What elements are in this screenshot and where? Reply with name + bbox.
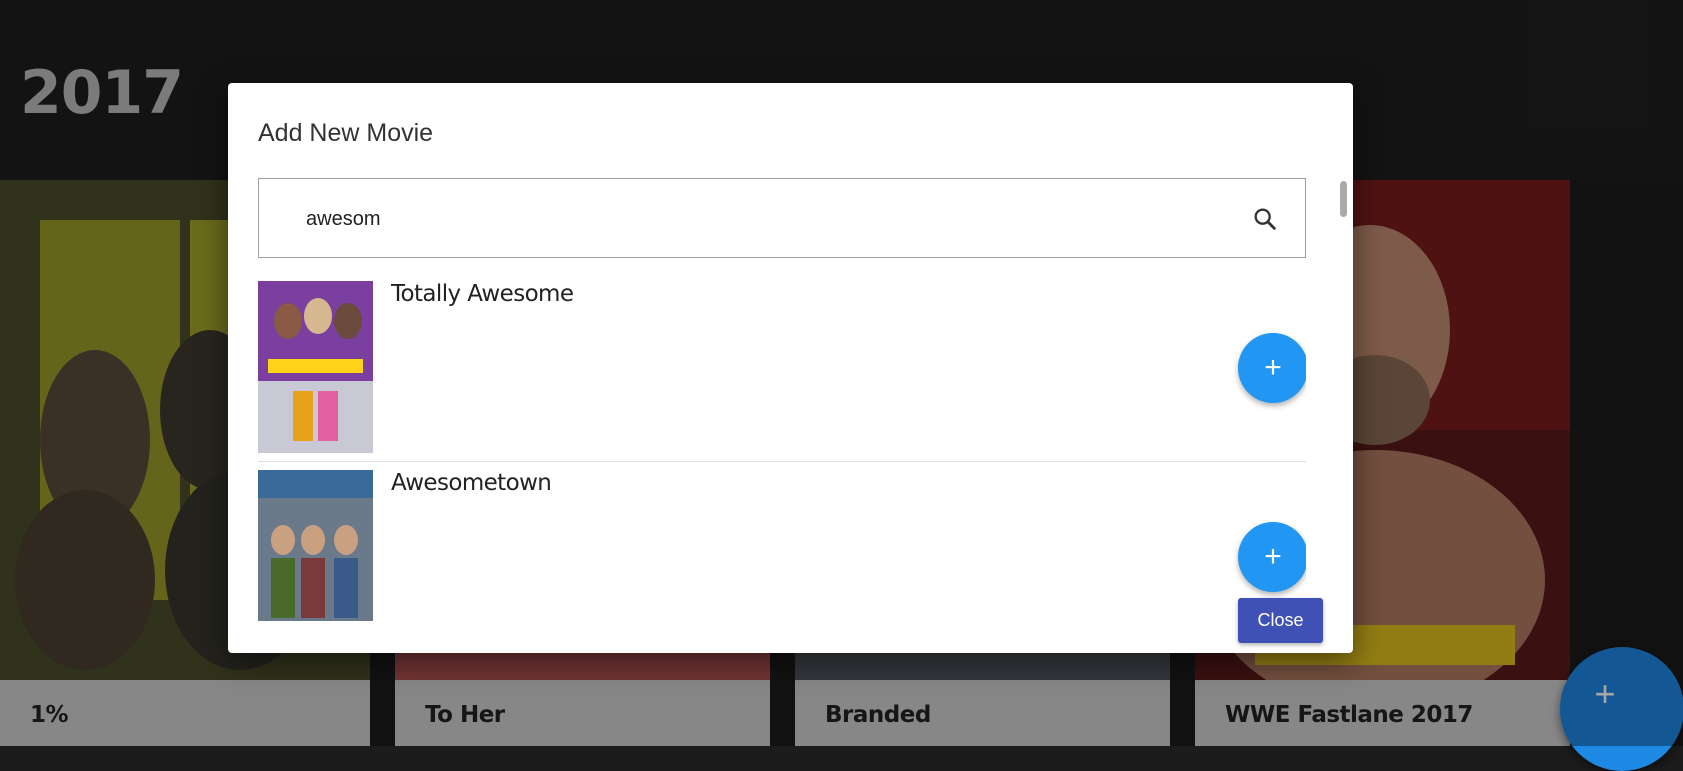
dialog-title: Add New Movie	[258, 119, 434, 147]
search-icon[interactable]	[1251, 205, 1279, 233]
search-box	[258, 178, 1306, 258]
close-button[interactable]: Close	[1238, 598, 1323, 643]
result-thumbnail	[258, 281, 373, 453]
result-title: Awesometown	[391, 470, 552, 496]
add-movie-dialog: Add New Movie Totally Awesome +	[228, 83, 1353, 653]
result-thumbnail	[258, 470, 373, 621]
result-item: Awesometown +	[258, 470, 1306, 621]
add-result-button[interactable]: +	[1238, 522, 1306, 592]
scrollbar-thumb[interactable]	[1340, 181, 1347, 217]
add-result-button[interactable]: +	[1238, 333, 1306, 403]
result-item: Totally Awesome +	[258, 281, 1306, 462]
search-results: Totally Awesome + Awesometown +	[258, 281, 1306, 621]
plus-icon: +	[1264, 540, 1282, 573]
plus-icon: +	[1264, 351, 1282, 384]
search-input[interactable]	[304, 199, 1208, 239]
result-title: Totally Awesome	[391, 281, 574, 307]
